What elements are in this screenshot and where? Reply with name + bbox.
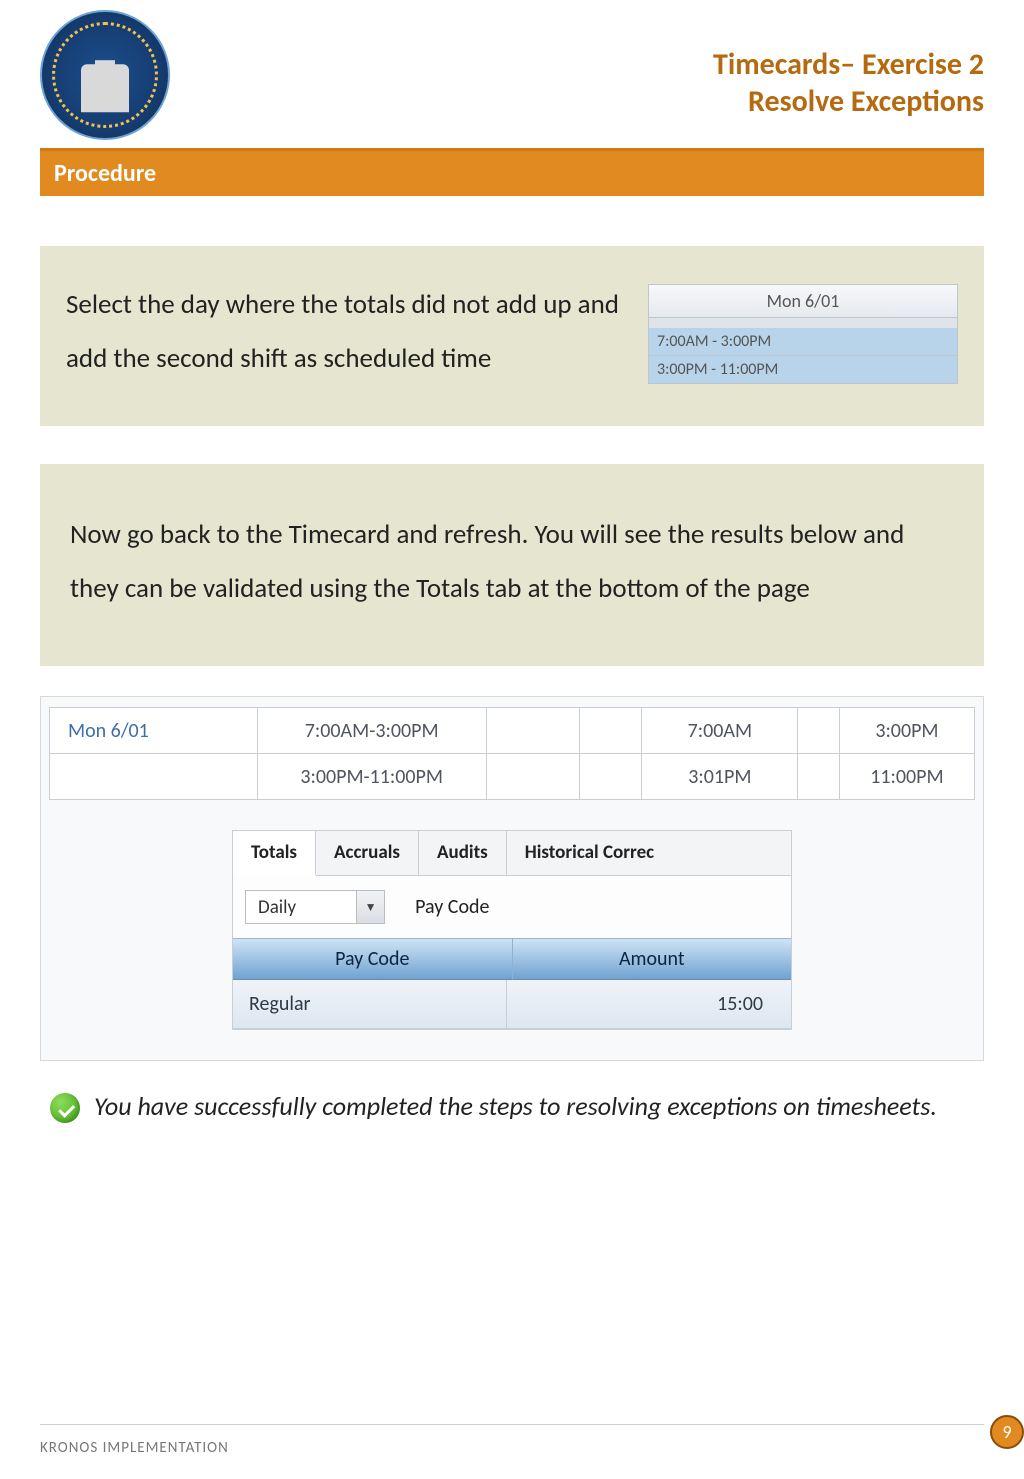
timecard-empty-cell[interactable] [580,708,642,754]
timecard-out-cell[interactable]: 3:00PM [839,708,974,754]
procedure-heading-bar: Procedure [40,148,984,196]
checkmark-icon [50,1093,80,1123]
mini-schedule-row[interactable]: 3:00PM - 11:00PM [648,356,958,384]
chevron-down-icon[interactable]: ▼ [356,891,384,923]
timecard-schedule-cell[interactable]: 7:00AM-3:00PM [257,708,486,754]
title-line-2: Resolve Exceptions [713,83,984,120]
timecard-empty-cell[interactable] [486,708,580,754]
tab-totals[interactable]: Totals [233,831,316,876]
timecard-table: Mon 6/01 7:00AM-3:00PM 7:00AM 3:00PM 3:0… [49,707,975,800]
procedure-label: Procedure [54,159,156,188]
totals-panel: Totals Accruals Audits Historical Correc… [232,830,792,1030]
document-title: Timecards– Exercise 2 Resolve Exceptions [713,10,984,120]
timecard-result-panel: Mon 6/01 7:00AM-3:00PM 7:00AM 3:00PM 3:0… [40,696,984,1061]
totals-amount-cell[interactable]: 15:00 [507,980,792,1029]
mini-schedule-row[interactable]: 7:00AM - 3:00PM [648,328,958,356]
step-2-text: Now go back to the Timecard and refresh.… [70,508,954,616]
timecard-empty-cell[interactable] [798,708,840,754]
totals-tabs: Totals Accruals Audits Historical Correc [233,831,791,876]
totals-grid-header: Pay Code Amount [233,938,791,980]
paycode-filter-label: Pay Code [415,895,489,919]
page-number-badge: 9 [990,1415,1024,1449]
timecard-date-cell[interactable] [50,754,258,800]
mini-schedule-widget: Mon 6/01 7:00AM - 3:00PM 3:00PM - 11:00P… [648,284,958,384]
period-dropdown-value: Daily [246,896,356,919]
totals-filter-row: Daily ▼ Pay Code [233,876,791,938]
period-dropdown[interactable]: Daily ▼ [245,890,385,924]
mini-schedule-spacer [648,318,958,328]
footer-label: KRONOS IMPLEMENTATION [40,1439,229,1457]
title-line-1: Timecards– Exercise 2 [713,46,984,83]
table-row: Mon 6/01 7:00AM-3:00PM 7:00AM 3:00PM [50,708,975,754]
table-row: 3:00PM-11:00PM 3:01PM 11:00PM [50,754,975,800]
timecard-in-cell[interactable]: 7:00AM [642,708,798,754]
timecard-in-cell[interactable]: 3:01PM [642,754,798,800]
tab-accruals[interactable]: Accruals [316,831,419,875]
step-1-text: Select the day where the totals did not … [66,278,628,386]
tab-historical-corrections[interactable]: Historical Correc [507,831,791,875]
step-1-box: Select the day where the totals did not … [40,246,984,426]
timecard-schedule-cell[interactable]: 3:00PM-11:00PM [257,754,486,800]
success-message-row: You have successfully completed the step… [40,1089,984,1124]
header: Timecards– Exercise 2 Resolve Exceptions [40,10,984,140]
timecard-empty-cell[interactable] [580,754,642,800]
timecard-out-cell[interactable]: 11:00PM [839,754,974,800]
totals-paycode-cell[interactable]: Regular [233,980,507,1029]
agency-seal-logo [40,10,170,140]
step-2-box: Now go back to the Timecard and refresh.… [40,464,984,666]
success-message-text: You have successfully completed the step… [94,1089,937,1124]
column-header-amount[interactable]: Amount [513,938,792,980]
footer: KRONOS IMPLEMENTATION [40,1424,984,1457]
timecard-empty-cell[interactable] [486,754,580,800]
column-header-paycode[interactable]: Pay Code [233,938,513,980]
page-number: 9 [1002,1421,1011,1443]
timecard-date-cell[interactable]: Mon 6/01 [50,708,258,754]
mini-schedule-date-header: Mon 6/01 [648,284,958,318]
timecard-empty-cell[interactable] [798,754,840,800]
totals-grid-row: Regular 15:00 [233,980,791,1029]
tab-audits[interactable]: Audits [419,831,507,875]
